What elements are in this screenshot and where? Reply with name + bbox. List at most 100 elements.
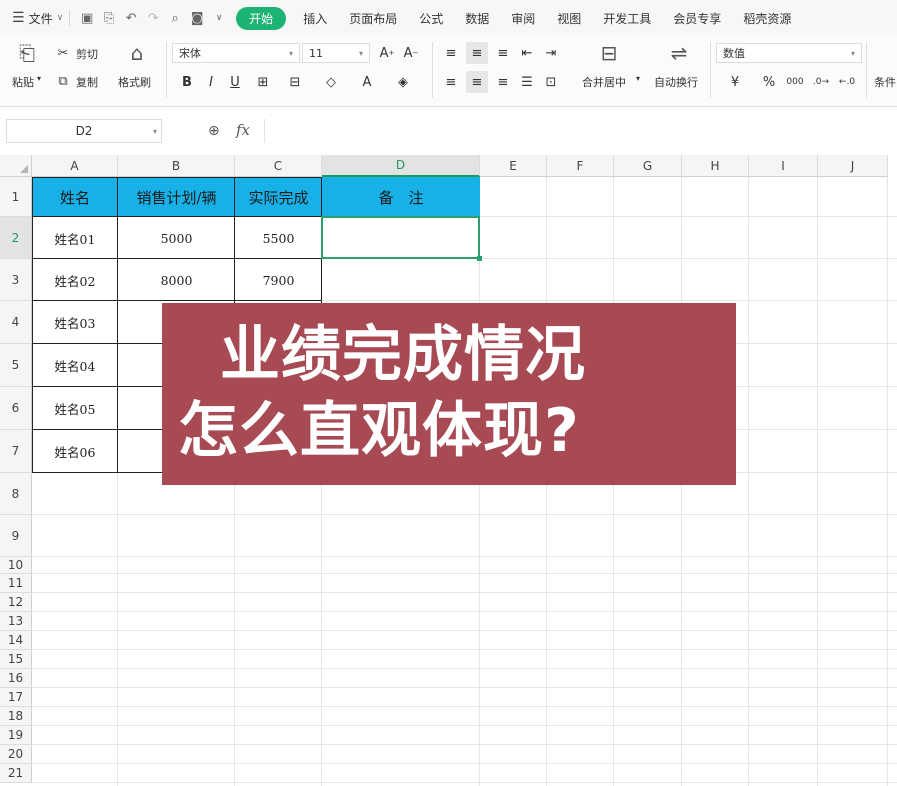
screenshot-icon[interactable]: ◙ [186, 11, 208, 26]
column-header-h[interactable]: H [682, 155, 749, 177]
select-all-corner[interactable] [0, 155, 32, 177]
column-header-j[interactable]: J [818, 155, 888, 177]
row-header-17[interactable]: 17 [0, 688, 32, 707]
borders-icon[interactable]: ⊞ [252, 71, 274, 93]
chevron-down-icon[interactable]: ▾ [153, 127, 157, 136]
font-size-select[interactable]: 11 ▾ [302, 43, 370, 63]
paste-icon[interactable]: ⎗ [12, 40, 42, 66]
align-top-icon[interactable]: ≡ [440, 42, 462, 64]
increase-font-icon[interactable]: A + [376, 42, 398, 64]
cell-c2[interactable]: 5500 [235, 217, 322, 259]
justify-icon[interactable]: ☰ [516, 71, 538, 93]
row-header-11[interactable]: 11 [0, 574, 32, 593]
decrease-font-icon[interactable]: A − [400, 42, 422, 64]
chevron-down-icon[interactable]: ▾ [636, 74, 640, 83]
tab-member[interactable]: 会员专享 [662, 7, 732, 30]
row-header-21[interactable]: 21 [0, 764, 32, 783]
align-bottom-icon[interactable]: ≡ [492, 42, 514, 64]
currency-icon[interactable]: ¥ [724, 71, 746, 93]
indent-increase-icon[interactable]: ⇥ [540, 42, 562, 64]
thousands-separator-icon[interactable]: 000 [784, 71, 806, 93]
column-header-a[interactable]: A [32, 155, 118, 177]
tab-home[interactable]: 开始 [236, 6, 287, 30]
column-header-g[interactable]: G [614, 155, 682, 177]
cell-b1[interactable]: 销售计划/辆 [118, 177, 235, 217]
indent-decrease-icon[interactable]: ⇤ [516, 42, 538, 64]
fill-handle[interactable] [477, 256, 482, 261]
decrease-decimal-icon[interactable]: ←.0 [836, 71, 858, 93]
cell-a7[interactable]: 姓名06 [32, 430, 118, 473]
tab-insert[interactable]: 插入 [292, 7, 338, 30]
merge-center-icon[interactable]: ⊟ [594, 40, 624, 66]
percent-icon[interactable]: % [758, 71, 780, 93]
row-header-4[interactable]: 4 [0, 301, 32, 344]
tab-resources[interactable]: 稻壳资源 [732, 7, 802, 30]
row-header-1[interactable]: 1 [0, 177, 32, 217]
clear-format-icon[interactable]: ◈ [392, 71, 414, 93]
italic-icon[interactable]: I [200, 71, 222, 93]
format-painter-icon[interactable]: ⌂ [124, 40, 150, 66]
column-header-d[interactable]: D [322, 155, 480, 177]
merge-center-button[interactable]: 合并居中 [582, 74, 626, 90]
tab-view[interactable]: 视图 [546, 7, 592, 30]
column-header-i[interactable]: I [749, 155, 818, 177]
undo-icon[interactable]: ↶ [120, 11, 142, 26]
cell-a3[interactable]: 姓名02 [32, 259, 118, 301]
font-color-icon[interactable]: A [356, 71, 378, 93]
underline-icon[interactable]: U [224, 71, 246, 93]
conditional-format-button[interactable]: 条件 [874, 74, 896, 90]
cell-c1[interactable]: 实际完成 [235, 177, 322, 217]
bold-icon[interactable]: B [176, 71, 198, 93]
file-menu[interactable]: 文件 [29, 10, 53, 27]
row-header-13[interactable]: 13 [0, 612, 32, 631]
tab-developer[interactable]: 开发工具 [592, 7, 662, 30]
row-header-2[interactable]: 2 [0, 217, 32, 259]
column-header-b[interactable]: B [118, 155, 235, 177]
row-header-5[interactable]: 5 [0, 344, 32, 387]
align-right-icon[interactable]: ≡ [492, 71, 514, 93]
row-header-7[interactable]: 7 [0, 430, 32, 473]
cell-a5[interactable]: 姓名04 [32, 344, 118, 387]
wrap-text-icon[interactable]: ⇌ [664, 40, 694, 66]
cell-d3[interactable] [322, 259, 480, 301]
row-header-18[interactable]: 18 [0, 707, 32, 726]
tab-formulas[interactable]: 公式 [408, 7, 454, 30]
cell-a4[interactable]: 姓名03 [32, 301, 118, 344]
row-header-9[interactable]: 9 [0, 515, 32, 557]
tab-page-layout[interactable]: 页面布局 [338, 7, 408, 30]
cell-d1[interactable]: 备 注 [322, 177, 480, 217]
align-left-icon[interactable]: ≡ [440, 71, 462, 93]
copy-button[interactable]: 复制 [76, 74, 98, 90]
scissors-icon[interactable]: ✂ [54, 44, 72, 62]
cell-a6[interactable]: 姓名05 [32, 387, 118, 430]
row-header-12[interactable]: 12 [0, 593, 32, 612]
cell-a1[interactable]: 姓名 [32, 177, 118, 217]
more-icon[interactable]: ∨ [208, 13, 230, 23]
row-header-15[interactable]: 15 [0, 650, 32, 669]
print-preview-icon[interactable]: ⌕ [164, 11, 186, 26]
merge-style-icon[interactable]: ⊟ [284, 71, 306, 93]
row-header-10[interactable]: 10 [0, 557, 32, 574]
menu-icon[interactable]: ☰ [12, 10, 25, 26]
row-header-3[interactable]: 3 [0, 259, 32, 301]
function-icon[interactable]: fx [236, 121, 250, 139]
formula-input[interactable] [264, 119, 897, 143]
row-header-16[interactable]: 16 [0, 669, 32, 688]
copy-icon[interactable]: ⧉ [54, 72, 72, 90]
wrap-text-button[interactable]: 自动换行 [654, 74, 698, 90]
column-header-c[interactable]: C [235, 155, 322, 177]
align-middle-icon[interactable]: ≡ [466, 42, 488, 64]
font-name-select[interactable]: 宋体 ▾ [172, 43, 300, 63]
row-header-6[interactable]: 6 [0, 387, 32, 430]
row-header-19[interactable]: 19 [0, 726, 32, 745]
tab-review[interactable]: 审阅 [500, 7, 546, 30]
distribute-icon[interactable]: ⊡ [540, 71, 562, 93]
paste-dropdown-icon[interactable]: ▾ [37, 74, 41, 83]
number-format-select[interactable]: 数值 ▾ [716, 43, 862, 63]
zoom-icon[interactable]: ⊕ [208, 123, 220, 139]
row-header-14[interactable]: 14 [0, 631, 32, 650]
align-center-icon[interactable]: ≡ [466, 71, 488, 93]
chevron-down-icon[interactable]: ∨ [57, 13, 64, 23]
tab-data[interactable]: 数据 [454, 7, 500, 30]
format-painter-button[interactable]: 格式刷 [118, 74, 151, 90]
